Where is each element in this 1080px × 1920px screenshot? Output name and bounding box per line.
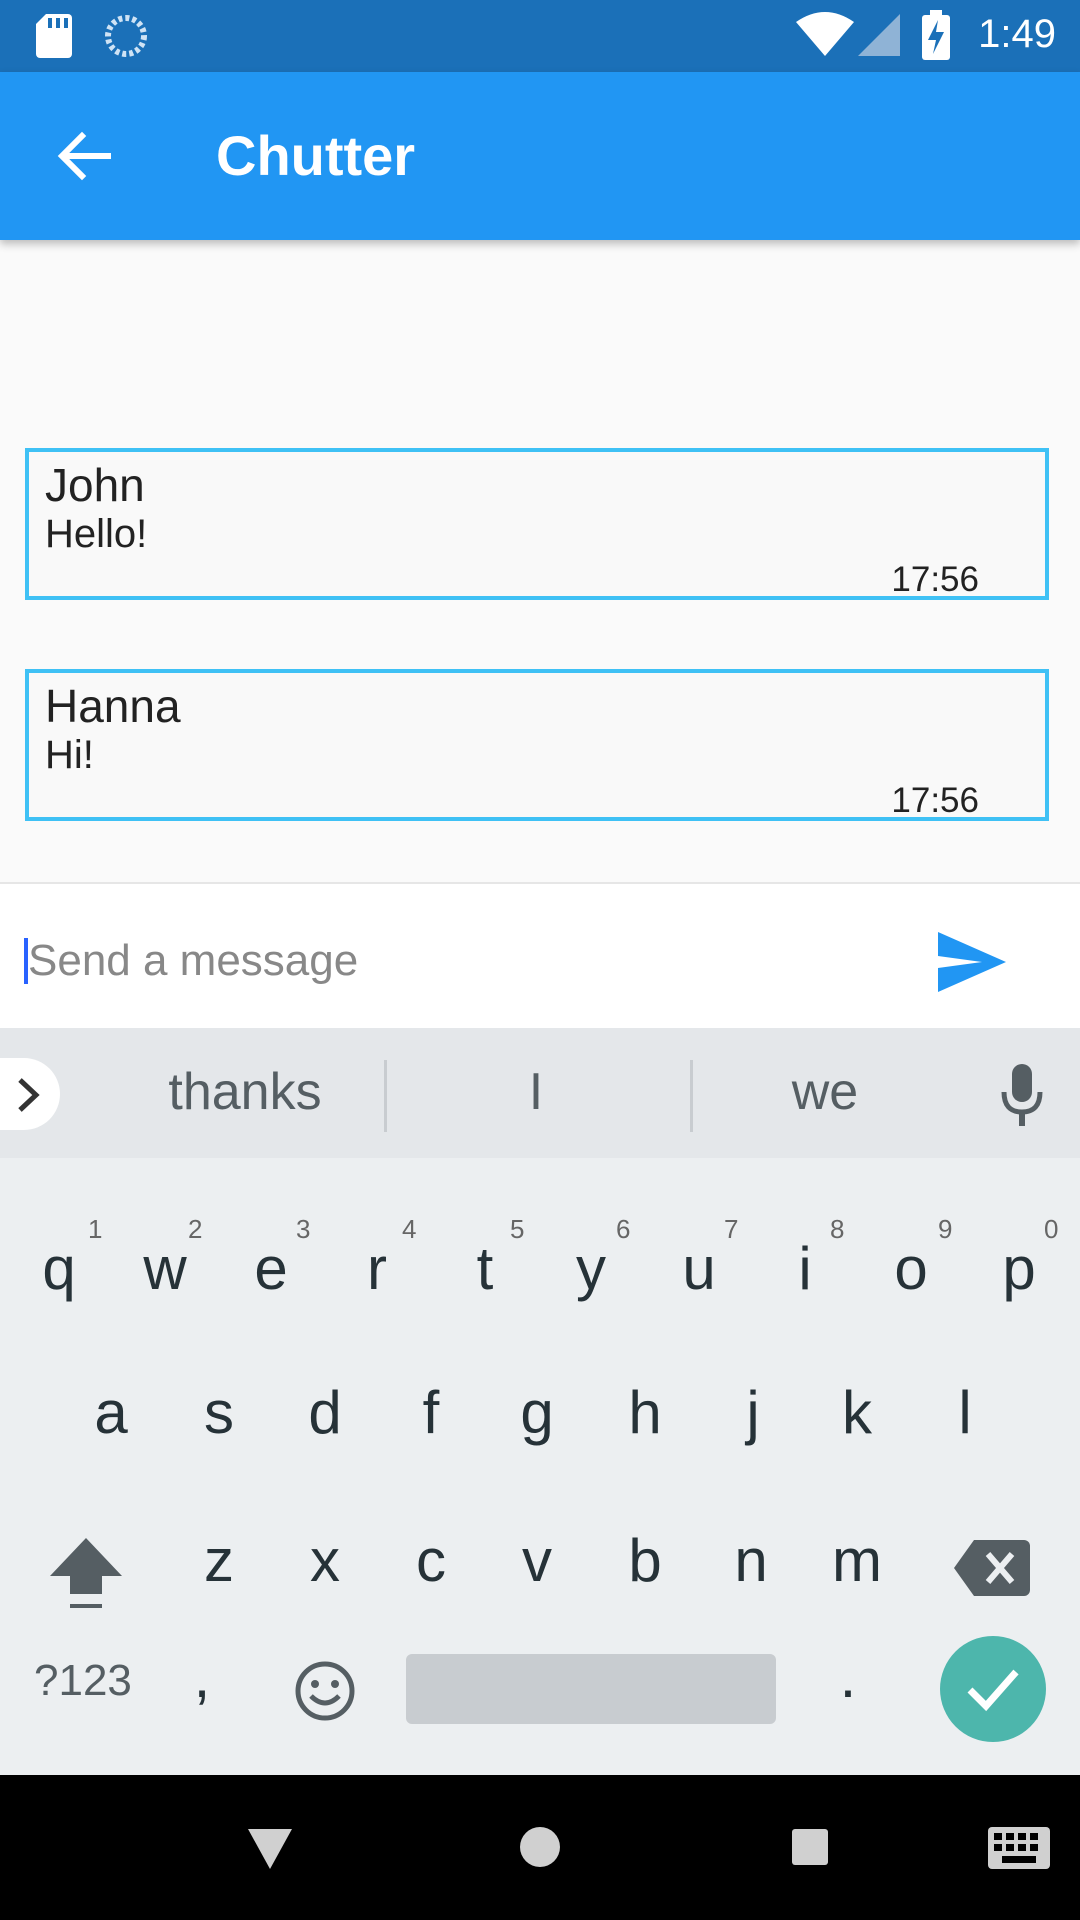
message-time: 17:56 — [891, 781, 979, 820]
key-hint: 2 — [188, 1214, 203, 1244]
key-b[interactable]: b — [600, 1526, 690, 1595]
checkmark-icon — [967, 1669, 1019, 1712]
suggestion-strip: thanks I we — [0, 1028, 1080, 1158]
suggestion-item[interactable]: thanks — [130, 1062, 360, 1122]
expand-suggestions-button[interactable] — [0, 1058, 60, 1130]
period-key[interactable]: . — [818, 1642, 878, 1711]
key-row-2: a s d f g h j k l — [0, 1358, 1080, 1458]
suggestion-divider — [690, 1060, 693, 1132]
message-time: 17:56 — [891, 560, 979, 599]
nav-recents-icon[interactable] — [792, 1829, 828, 1865]
key-x[interactable]: x — [280, 1526, 370, 1595]
key-hint: 4 — [402, 1214, 417, 1244]
enter-key[interactable] — [940, 1636, 1046, 1742]
status-time: 1:49 — [978, 12, 1056, 56]
message-sender: Hanna — [45, 680, 181, 732]
message-text: Hi! — [45, 733, 94, 777]
symbols-key[interactable]: ?123 — [34, 1656, 132, 1706]
battery-charging-icon — [922, 10, 950, 60]
message-text: Hello! — [45, 512, 148, 556]
app-title: Chutter — [216, 124, 416, 187]
key-d[interactable]: d — [280, 1378, 370, 1447]
key-l[interactable]: l — [920, 1378, 1010, 1447]
key-c[interactable]: c — [386, 1526, 476, 1595]
key-g[interactable]: g — [492, 1378, 582, 1447]
key-s[interactable]: s — [174, 1378, 264, 1447]
nav-back-icon[interactable] — [248, 1829, 292, 1869]
text-cursor — [24, 938, 28, 984]
key-f[interactable]: f — [386, 1378, 476, 1447]
key-row-1: q 1 w 2 e 3 r 4 t 5 y 6 u 7 i 8 o 9 p 0 — [0, 1188, 1080, 1302]
signal-icon — [858, 14, 900, 56]
key-n[interactable]: n — [706, 1526, 796, 1595]
key-j[interactable]: j — [708, 1378, 798, 1447]
back-arrow-icon[interactable] — [56, 128, 112, 184]
emoji-icon[interactable] — [294, 1660, 356, 1722]
send-icon[interactable] — [938, 932, 1006, 992]
suggestion-divider — [384, 1060, 387, 1132]
message-bubble: John Hello! 17:56 — [25, 448, 1049, 600]
key-hint: 8 — [830, 1214, 845, 1244]
status-bar: 1:49 — [0, 0, 1080, 72]
shift-icon[interactable] — [46, 1534, 126, 1614]
space-key[interactable] — [406, 1654, 776, 1724]
key-k[interactable]: k — [812, 1378, 902, 1447]
keyboard-icon[interactable] — [988, 1827, 1050, 1869]
key-hint: 5 — [510, 1214, 525, 1244]
key-hint: 9 — [938, 1214, 953, 1244]
message-bubble: Hanna Hi! 17:56 — [25, 669, 1049, 821]
suggestion-item[interactable]: I — [420, 1062, 652, 1122]
key-hint: 0 — [1044, 1214, 1059, 1244]
key-hint: 6 — [616, 1214, 631, 1244]
sd-card-icon — [36, 14, 72, 58]
suggestion-item[interactable]: we — [720, 1062, 930, 1122]
key-a[interactable]: a — [66, 1378, 156, 1447]
key-h[interactable]: h — [600, 1378, 690, 1447]
message-composer — [0, 882, 1080, 1030]
microphone-icon[interactable] — [1000, 1064, 1044, 1128]
backspace-icon[interactable] — [954, 1540, 1030, 1596]
key-hint: 3 — [296, 1214, 311, 1244]
key-m[interactable]: m — [812, 1526, 902, 1595]
app-bar: Chutter — [0, 72, 1080, 240]
message-sender: John — [45, 459, 145, 511]
message-input[interactable] — [26, 928, 870, 994]
key-hint: 1 — [88, 1214, 103, 1244]
key-hint: 7 — [724, 1214, 739, 1244]
sync-icon — [105, 15, 147, 57]
comma-key[interactable]: , — [172, 1642, 232, 1711]
nav-home-icon[interactable] — [520, 1827, 560, 1867]
key-row-3: z x c v b n m — [0, 1508, 1080, 1608]
navigation-bar — [0, 1775, 1080, 1920]
key-v[interactable]: v — [492, 1526, 582, 1595]
wifi-icon — [796, 12, 854, 56]
chevron-right-icon — [18, 1078, 40, 1112]
key-z[interactable]: z — [174, 1526, 264, 1595]
